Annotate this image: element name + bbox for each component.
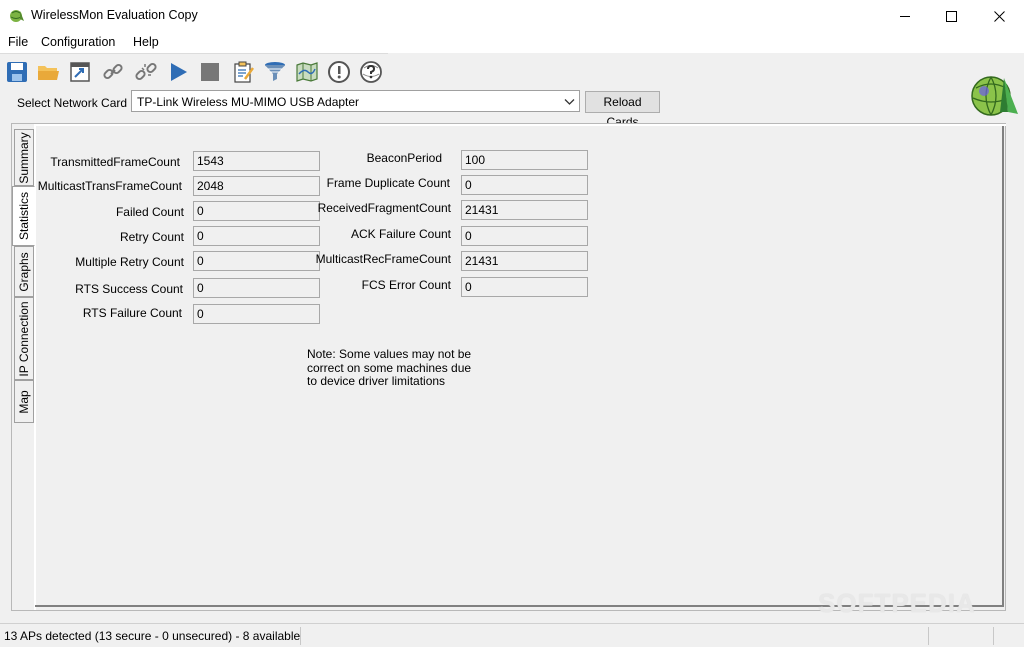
window-title: WirelessMon Evaluation Copy: [31, 8, 198, 22]
close-icon: [993, 10, 1005, 22]
reload-cards-button[interactable]: Reload Cards: [585, 91, 660, 129]
status-divider: [993, 627, 994, 645]
network-card-select[interactable]: TP-Link Wireless MU-MIMO USB Adapter: [131, 90, 580, 112]
window-icon[interactable]: [68, 60, 92, 84]
stat-value: 0: [193, 278, 320, 298]
minimize-icon: [899, 15, 910, 17]
stat-value: 0: [461, 226, 588, 246]
stat-value: 0: [193, 251, 320, 271]
driver-note: Note: Some values may not be correct on …: [307, 347, 472, 388]
stat-value: 0: [461, 175, 588, 195]
stat-value: 0: [193, 304, 320, 324]
network-card-value: TP-Link Wireless MU-MIMO USB Adapter: [137, 95, 360, 109]
help-globe-icon[interactable]: [359, 60, 383, 84]
stat-label: Frame Duplicate Count: [326, 176, 450, 190]
tab-summary-label: Summary: [17, 131, 31, 184]
close-button[interactable]: [976, 0, 1022, 32]
statistics-panel-inner: [35, 126, 1004, 607]
stat-label: RTS Success Count: [75, 282, 183, 296]
maximize-icon: [945, 10, 957, 22]
tab-ip-connection[interactable]: IP Connection: [14, 297, 34, 380]
notes-icon[interactable]: [231, 60, 255, 84]
network-card-label: Select Network Card: [17, 96, 128, 110]
stat-label: MulticastRecFrameCount: [315, 252, 451, 266]
play-icon[interactable]: [166, 60, 190, 84]
stat-label: Failed Count: [115, 205, 184, 219]
stat-value: 0: [193, 226, 320, 246]
menu-configuration[interactable]: Configuration: [41, 35, 115, 49]
toolbar: [0, 53, 388, 89]
maximize-button[interactable]: [928, 0, 974, 32]
minimize-button[interactable]: [882, 0, 928, 32]
stat-value: 0: [461, 277, 588, 297]
status-text: 13 APs detected (13 secure - 0 unsecured…: [4, 629, 301, 643]
open-folder-icon[interactable]: [36, 60, 60, 84]
stat-label: ACK Failure Count: [350, 227, 451, 241]
tab-statistics[interactable]: Statistics: [12, 186, 35, 246]
stat-label: FCS Error Count: [361, 278, 451, 292]
status-bar: 13 APs detected (13 secure - 0 unsecured…: [0, 623, 1024, 647]
alert-icon[interactable]: [327, 60, 351, 84]
save-icon[interactable]: [5, 60, 29, 84]
stat-label: Retry Count: [119, 230, 184, 244]
title-bar: WirelessMon Evaluation Copy: [0, 0, 1024, 32]
stat-value: 21431: [461, 251, 588, 271]
chevron-down-icon: [564, 99, 575, 105]
stop-icon[interactable]: [198, 60, 222, 84]
tab-graphs-label: Graphs: [17, 251, 31, 292]
stat-label: TransmittedFrameCount: [50, 155, 180, 169]
stat-value: 21431: [461, 200, 588, 220]
menu-bar: File Configuration Help: [0, 32, 1024, 53]
tab-summary[interactable]: Summary: [14, 129, 34, 186]
filter-icon[interactable]: [263, 60, 287, 84]
tab-map-label: Map: [17, 389, 31, 414]
stat-value: 2048: [193, 176, 320, 196]
stat-value: 100: [461, 150, 588, 170]
tab-graphs[interactable]: Graphs: [14, 246, 34, 297]
tab-ip-connection-label: IP Connection: [17, 300, 31, 377]
status-divider: [928, 627, 929, 645]
app-icon: [10, 10, 24, 22]
tab-map[interactable]: Map: [14, 380, 34, 423]
map-icon[interactable]: [295, 60, 319, 84]
tab-statistics-label: Statistics: [16, 191, 31, 241]
stat-label: MulticastTransFrameCount: [37, 179, 182, 193]
status-divider: [300, 627, 301, 645]
stat-label: Multiple Retry Count: [75, 255, 184, 269]
stat-label: BeaconPeriod: [366, 151, 442, 165]
stat-label: RTS Failure Count: [82, 306, 182, 320]
disconnect-link-icon[interactable]: [134, 60, 158, 84]
watermark: SOFTPEDIA: [818, 588, 976, 618]
menu-file[interactable]: File: [8, 35, 28, 49]
stat-value: 0: [193, 201, 320, 221]
stat-label: ReceivedFragmentCount: [317, 201, 451, 215]
connect-link-icon[interactable]: [101, 60, 125, 84]
stat-value: 1543: [193, 151, 320, 171]
menu-help[interactable]: Help: [133, 35, 159, 49]
wirelessmon-logo: [971, 76, 1018, 116]
